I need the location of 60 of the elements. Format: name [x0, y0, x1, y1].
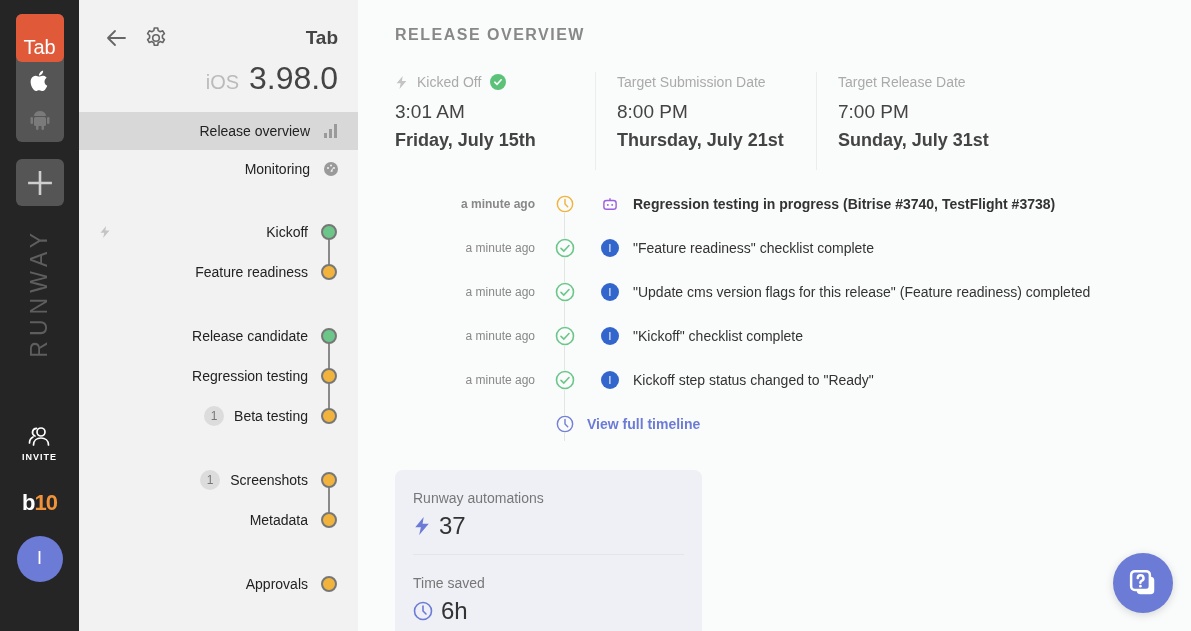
app-tile[interactable]: Tab: [15, 14, 64, 62]
robot-icon: [602, 197, 618, 211]
step-item[interactable]: 1 Beta testing: [79, 396, 358, 436]
date-label: Target Release Date: [838, 74, 966, 90]
help-button[interactable]: [1113, 553, 1173, 613]
stat-label: Time saved: [413, 575, 486, 591]
stat-label: Runway automations: [413, 490, 545, 506]
view-timeline-link[interactable]: View full timeline: [587, 416, 701, 432]
step-item[interactable]: Metadata: [79, 500, 358, 540]
count-badge: 1: [204, 406, 225, 426]
stat-value: 6h: [441, 597, 468, 625]
invite-label: INVITE: [22, 451, 57, 462]
add-button[interactable]: [15, 159, 64, 206]
step-item[interactable]: Release candidate: [79, 316, 358, 356]
section-title: RELEASE OVERVIEW: [395, 26, 586, 44]
date-label: Target Submission Date: [617, 74, 766, 90]
timestamp: a minute ago: [464, 329, 535, 343]
event-text: Regression testing in progress (Bitrise #3740, TestFlight #3738): [633, 196, 1056, 212]
plus-icon: [26, 169, 53, 196]
event-text: "Feature readiness" checklist complete: [633, 240, 875, 256]
timestamp: a minute ago: [464, 373, 535, 387]
timestamp: a minute ago: [464, 285, 535, 299]
step-item[interactable]: Approvals: [79, 564, 358, 604]
user-avatar: I: [601, 239, 619, 257]
date-text: Friday, July 15th: [395, 130, 537, 151]
gauge-icon: [324, 162, 338, 176]
bar-chart-icon: [324, 124, 338, 138]
date-text: Thursday, July 21st: [617, 130, 785, 151]
date-label: Kicked Off: [417, 74, 482, 90]
lightning-icon: [413, 517, 431, 535]
clock-icon: [413, 601, 433, 621]
workspace-logo[interactable]: b10: [22, 489, 57, 516]
timestamp: a minute ago: [464, 241, 535, 255]
invite-button[interactable]: INVITE: [22, 423, 57, 462]
step-item[interactable]: Regression testing: [79, 356, 358, 396]
brand-wordmark: RUNWAY: [26, 228, 53, 358]
event-text: "Update cms version flags for this release" (Feature readiness) completed: [633, 284, 1091, 300]
user-avatar: I: [601, 327, 619, 345]
time-text: 7:00 PM: [838, 101, 910, 123]
date-text: Sunday, July 31st: [838, 130, 990, 151]
step-item[interactable]: Feature readiness: [79, 252, 358, 292]
step-item[interactable]: 1 Screenshots: [79, 460, 358, 500]
user-avatar: I: [601, 371, 619, 389]
time-text: 8:00 PM: [617, 101, 689, 123]
app-name: Tab: [305, 27, 338, 49]
nav-item[interactable]: Release overview: [79, 112, 358, 150]
user-avatar: I: [601, 283, 619, 301]
user-avatar[interactable]: I: [16, 535, 63, 582]
clock-icon: [556, 415, 574, 433]
event-text: Kickoff step status changed to "Ready": [633, 372, 874, 388]
step-item[interactable]: Kickoff: [79, 212, 358, 252]
count-badge: 1: [200, 470, 221, 490]
event-text: "Kickoff" checklist complete: [633, 328, 803, 344]
lightning-icon: [395, 75, 408, 89]
timestamp: a minute ago: [460, 197, 535, 211]
lightning-icon: [99, 226, 111, 238]
stat-value: 37: [439, 512, 466, 540]
version-number: 3.98.0: [249, 60, 338, 97]
time-text: 3:01 AM: [395, 101, 466, 123]
nav-item[interactable]: Monitoring: [79, 150, 358, 188]
